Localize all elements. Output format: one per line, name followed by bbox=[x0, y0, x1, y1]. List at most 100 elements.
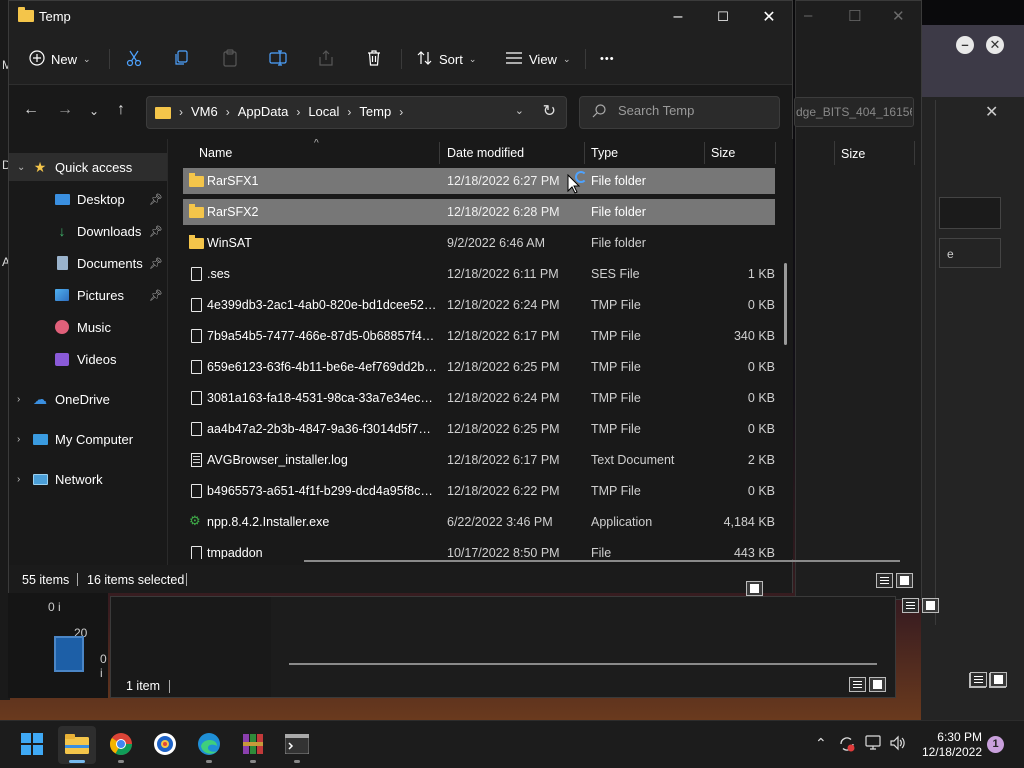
background-window-middle[interactable]: – ☐ ✕ dge_BITS_404_16156... Size bbox=[794, 0, 922, 600]
nav-item-downloads[interactable]: ↓ Downloads 📌︎ bbox=[9, 217, 167, 245]
file-row[interactable]: tmpaddon 10/17/2022 8:50 PM File 443 KB bbox=[183, 540, 775, 559]
file-row[interactable]: 659e6123-63f6-4b11-be6e-4ef769dd2b5b....… bbox=[183, 354, 775, 380]
breadcrumb-vm6[interactable]: VM6 bbox=[191, 104, 218, 119]
column-date-modified[interactable]: Date modified bbox=[447, 146, 524, 160]
bg-view-buttons-1[interactable] bbox=[849, 677, 886, 692]
bg-close-small-icon[interactable]: ✕ bbox=[985, 102, 998, 122]
taskbar-file-explorer[interactable] bbox=[58, 726, 96, 764]
share-button[interactable] bbox=[317, 46, 335, 72]
bg-view-buttons-6[interactable] bbox=[902, 598, 939, 613]
nav-item-videos[interactable]: Videos bbox=[9, 345, 167, 373]
bg-maximize-dim-icon[interactable]: ☐ bbox=[848, 7, 861, 25]
file-row[interactable]: aa4b47a2-2b3b-4847-9a36-f3014d5f70e0....… bbox=[183, 416, 775, 442]
taskbar-winrar[interactable] bbox=[234, 726, 272, 764]
file-date-modified: 12/18/2022 6:22 PM bbox=[447, 484, 560, 498]
file-row[interactable]: ⚙ npp.8.4.2.Installer.exe 6/22/2022 3:46 P… bbox=[183, 509, 775, 535]
breadcrumb-separator-icon[interactable]: › bbox=[399, 105, 403, 119]
recent-locations-chevron-icon[interactable]: ⌄ bbox=[89, 104, 99, 118]
file-explorer-window[interactable]: Temp – ☐ ✕ New ⌄ Sort ⌄ View ⌄ ••• ← → ⌄… bbox=[8, 0, 793, 596]
taskbar-terminal[interactable] bbox=[278, 726, 316, 764]
chevron-down-icon[interactable]: ⌄ bbox=[17, 162, 31, 173]
nav-item-network[interactable]: › Network bbox=[9, 465, 167, 493]
bg-minimize-icon[interactable]: – bbox=[956, 36, 974, 54]
breadcrumb-separator-icon[interactable]: › bbox=[226, 105, 230, 119]
horizontal-scrollbar[interactable] bbox=[304, 560, 900, 562]
bg-view-buttons-5[interactable] bbox=[876, 573, 913, 588]
start-button[interactable] bbox=[13, 726, 51, 764]
breadcrumb-temp[interactable]: Temp bbox=[359, 104, 391, 119]
breadcrumb-local[interactable]: Local bbox=[308, 104, 339, 119]
chevron-right-icon[interactable]: › bbox=[17, 394, 31, 405]
file-row[interactable]: AVGBrowser_installer.log 12/18/2022 6:17 … bbox=[183, 447, 775, 473]
up-arrow-icon[interactable]: ↑ bbox=[117, 101, 125, 119]
copy-button[interactable] bbox=[173, 46, 191, 72]
nav-item-desktop[interactable]: Desktop 📌︎ bbox=[9, 185, 167, 213]
sync-alert-icon[interactable] bbox=[838, 735, 856, 756]
bg-minimize-dim-icon[interactable]: – bbox=[804, 7, 812, 24]
pin-icon[interactable]: 📌︎ bbox=[149, 289, 163, 302]
windows-start-icon bbox=[21, 732, 43, 758]
bg-column-size[interactable]: Size bbox=[841, 147, 865, 161]
pin-icon[interactable]: 📌︎ bbox=[149, 257, 163, 270]
nav-item-music[interactable]: Music bbox=[9, 313, 167, 341]
file-row[interactable]: WinSAT 9/2/2022 6:46 AM File folder bbox=[183, 230, 775, 256]
show-hidden-icons-chevron-icon[interactable]: ⌃ bbox=[815, 735, 827, 752]
new-button[interactable]: New ⌄ bbox=[29, 46, 91, 72]
bg-view-buttons-4[interactable] bbox=[970, 672, 1007, 687]
nav-item-onedrive[interactable]: › ☁ OneDrive bbox=[9, 385, 167, 413]
file-row[interactable]: RarSFX1 12/18/2022 6:27 PM File folder bbox=[183, 168, 775, 194]
nav-item-my-computer[interactable]: › My Computer bbox=[9, 425, 167, 453]
taskbar-edge[interactable] bbox=[190, 726, 228, 764]
nav-item-documents[interactable]: Documents 📌︎ bbox=[9, 249, 167, 277]
breadcrumb-separator-icon[interactable]: › bbox=[179, 105, 183, 119]
search-input[interactable] bbox=[618, 103, 768, 118]
close-button[interactable]: ✕ bbox=[746, 1, 792, 33]
breadcrumb-separator-icon[interactable]: › bbox=[347, 105, 351, 119]
search-box[interactable] bbox=[579, 96, 780, 129]
notification-badge[interactable]: 1 bbox=[987, 736, 1004, 753]
file-row[interactable]: 7b9a54b5-7477-466e-87d5-0b68857f4a88....… bbox=[183, 323, 775, 349]
volume-icon[interactable] bbox=[889, 735, 907, 754]
cut-button[interactable] bbox=[125, 46, 143, 72]
chevron-right-icon[interactable]: › bbox=[17, 474, 31, 485]
more-options-button[interactable]: ••• bbox=[600, 46, 615, 72]
bg-close-icon[interactable]: ✕ bbox=[986, 36, 1004, 54]
back-arrow-icon[interactable]: ← bbox=[23, 101, 39, 119]
file-row[interactable]: b4965573-a651-4f1f-b299-dcd4a95f8cb9....… bbox=[183, 478, 775, 504]
view-button[interactable]: View ⌄ bbox=[505, 46, 571, 72]
vertical-scrollbar[interactable] bbox=[784, 263, 787, 345]
taskbar-chrome[interactable] bbox=[102, 726, 140, 764]
clock[interactable]: 6:30 PM 12/18/2022 bbox=[912, 730, 982, 760]
address-bar[interactable]: › VM6 › AppData › Local › Temp › ⌄ ↻ bbox=[146, 96, 567, 129]
breadcrumb-separator-icon[interactable]: › bbox=[296, 105, 300, 119]
network-status-icon[interactable] bbox=[864, 735, 882, 754]
nav-item-pictures[interactable]: Pictures 📌︎ bbox=[9, 281, 167, 309]
delete-button[interactable] bbox=[365, 46, 383, 72]
background-window-bottom[interactable]: 1 item bbox=[110, 596, 896, 698]
column-size[interactable]: Size bbox=[711, 146, 735, 160]
maximize-button[interactable]: ☐ bbox=[700, 1, 746, 33]
refresh-icon[interactable]: ↻ bbox=[543, 101, 556, 121]
pin-icon[interactable]: 📌︎ bbox=[149, 225, 163, 238]
bg-close-dim-icon[interactable]: ✕ bbox=[892, 7, 905, 25]
file-row[interactable]: .ses 12/18/2022 6:11 PM SES File 1 KB bbox=[183, 261, 775, 287]
breadcrumb-appdata[interactable]: AppData bbox=[238, 104, 289, 119]
file-row[interactable]: 4e399db3-2ac1-4ab0-820e-bd1dcee525e... 12… bbox=[183, 292, 775, 318]
minimize-button[interactable]: – bbox=[655, 1, 701, 33]
sort-button[interactable]: Sort ⌄ bbox=[417, 46, 476, 72]
column-type[interactable]: Type bbox=[591, 146, 618, 160]
title-bar[interactable]: Temp – ☐ ✕ bbox=[9, 1, 792, 33]
column-name[interactable]: Name bbox=[199, 146, 232, 160]
nav-quick-access[interactable]: ⌄ ★ Quick access bbox=[9, 153, 167, 181]
taskbar-avg-browser[interactable] bbox=[146, 726, 184, 764]
rename-button[interactable] bbox=[269, 46, 287, 72]
background-window-right[interactable]: – ✕ ✕ e bbox=[921, 25, 1024, 720]
forward-arrow-icon[interactable]: → bbox=[57, 101, 73, 119]
chevron-right-icon[interactable]: › bbox=[17, 434, 31, 445]
file-row[interactable]: RarSFX2 12/18/2022 6:28 PM File folder bbox=[183, 199, 775, 225]
file-row[interactable]: 3081a163-fa18-4531-98ca-33a7e34ecd7a....… bbox=[183, 385, 775, 411]
address-dropdown-icon[interactable]: ⌄ bbox=[515, 104, 524, 117]
large-icons-view-icon[interactable] bbox=[746, 581, 763, 596]
paste-button[interactable] bbox=[221, 46, 239, 72]
pin-icon[interactable]: 📌︎ bbox=[149, 193, 163, 206]
